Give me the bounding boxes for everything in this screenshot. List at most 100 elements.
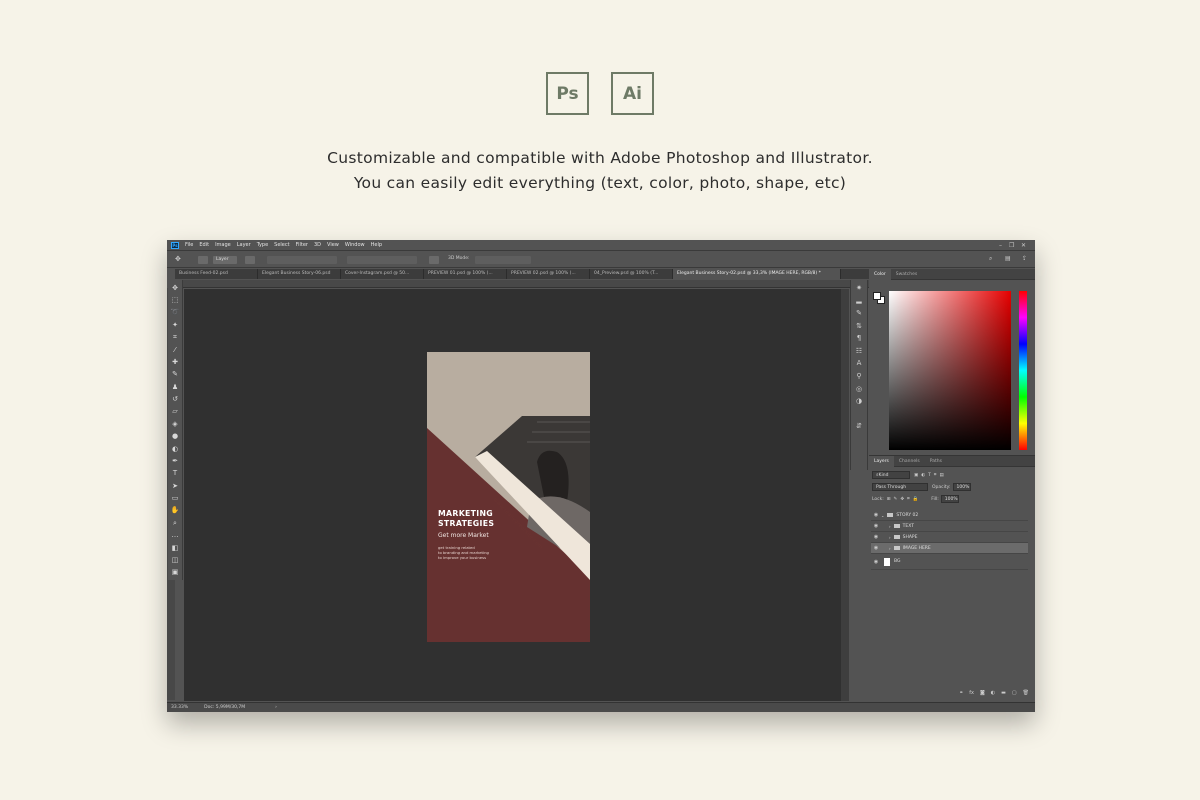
auto-select-checkbox[interactable] bbox=[198, 256, 208, 264]
blend-mode-dropdown[interactable]: Pass Through bbox=[872, 483, 928, 491]
visibility-eye-icon[interactable]: ◉ bbox=[871, 534, 881, 540]
marquee-tool-icon[interactable]: ⬚ bbox=[171, 296, 180, 305]
crop-tool-icon[interactable]: ⌗ bbox=[171, 333, 180, 342]
chevron-right-icon[interactable]: › bbox=[889, 546, 891, 551]
menu-3d[interactable]: 3D bbox=[314, 242, 321, 248]
layer-row-bg[interactable]: ◉ BG bbox=[871, 554, 1028, 570]
search-icon[interactable]: ⌕ bbox=[989, 255, 992, 263]
menu-window[interactable]: Window bbox=[345, 242, 365, 248]
tab-channels[interactable]: Channels bbox=[894, 456, 925, 467]
3d-mode-buttons[interactable] bbox=[475, 256, 531, 264]
path-selection-tool-icon[interactable]: ➤ bbox=[171, 482, 180, 491]
hand-tool-icon[interactable]: ✋ bbox=[171, 506, 180, 515]
blur-tool-icon[interactable]: ● bbox=[171, 432, 180, 441]
lasso-tool-icon[interactable]: ➰ bbox=[171, 308, 180, 317]
tab-document-1[interactable]: Business Feed-02.psd bbox=[175, 269, 258, 279]
canvas-scrollbar[interactable] bbox=[841, 289, 849, 701]
adjustments-icon[interactable]: ⇅ bbox=[855, 322, 864, 331]
share-icon[interactable]: ⇪ bbox=[1022, 255, 1027, 262]
color-picker-field[interactable] bbox=[889, 291, 1011, 450]
more-tools-icon[interactable]: … bbox=[171, 531, 180, 540]
menu-select[interactable]: Select bbox=[274, 242, 289, 248]
menu-edit[interactable]: Edit bbox=[199, 242, 209, 248]
chevron-right-icon[interactable]: › bbox=[889, 524, 891, 529]
visibility-eye-icon[interactable]: ◉ bbox=[871, 512, 881, 518]
layer-row-text[interactable]: ◉ › TEXT bbox=[871, 521, 1028, 532]
layer-row-story[interactable]: ◉ ⌄ STORY 02 bbox=[871, 510, 1028, 521]
new-group-icon[interactable]: ▬ bbox=[1001, 690, 1006, 699]
paragraph-icon[interactable]: ¶ bbox=[855, 334, 864, 343]
brush-panel-icon[interactable]: ✎ bbox=[855, 309, 864, 318]
tab-document-3[interactable]: Cover-Instagram.psd @ 50... bbox=[341, 269, 424, 279]
tab-color[interactable]: Color bbox=[869, 268, 891, 280]
visibility-eye-icon[interactable]: ◉ bbox=[871, 523, 881, 529]
foreground-color-swatch[interactable] bbox=[873, 292, 881, 300]
auto-align-button[interactable] bbox=[429, 256, 439, 264]
opacity-field[interactable]: 100% bbox=[952, 483, 971, 491]
tab-document-5[interactable]: PREVIEW 02.psd @ 100% (... bbox=[507, 269, 590, 279]
minimize-icon[interactable]: – bbox=[999, 242, 1002, 249]
menu-view[interactable]: View bbox=[327, 242, 339, 248]
histogram-icon[interactable]: ▂ bbox=[855, 296, 864, 305]
zoom-level[interactable]: 33.33% bbox=[171, 705, 188, 710]
tab-swatches[interactable]: Swatches bbox=[891, 269, 923, 280]
tab-document-4[interactable]: PREVIEW 01.psd @ 100% (... bbox=[424, 269, 507, 279]
zoom-tool-icon[interactable]: ⌕ bbox=[171, 519, 180, 528]
paint-bucket-tool-icon[interactable]: ◈ bbox=[171, 420, 180, 429]
link-icon[interactable]: ⚭ bbox=[959, 690, 963, 699]
menu-filter[interactable]: Filter bbox=[296, 242, 308, 248]
adjustment-layer-icon[interactable]: ◐ bbox=[991, 690, 995, 699]
styles-icon[interactable]: ◑ bbox=[855, 397, 864, 406]
layer-row-shape[interactable]: ◉ › SHAPE bbox=[871, 532, 1028, 543]
menu-file[interactable]: File bbox=[185, 242, 193, 248]
eyedropper-tool-icon[interactable]: ⁄ bbox=[171, 346, 180, 355]
properties-icon[interactable]: ☷ bbox=[855, 347, 864, 356]
filter-icons[interactable]: ▣◐T⌗▤ bbox=[914, 472, 947, 478]
tab-document-active[interactable]: Elegant Business Story-02.psd @ 33,3% (I… bbox=[673, 269, 841, 279]
rectangle-tool-icon[interactable]: ▭ bbox=[171, 494, 180, 503]
screen-mode-icon[interactable]: ▣ bbox=[171, 568, 180, 577]
fx-icon[interactable]: fx bbox=[969, 690, 974, 699]
magic-wand-tool-icon[interactable]: ✦ bbox=[171, 321, 180, 330]
lock-icons[interactable]: ⊞✎✥⌗🔒 bbox=[887, 496, 921, 502]
layer-row-image-here[interactable]: ◉ › IMAGE HERE bbox=[871, 543, 1028, 554]
chevron-right-icon[interactable]: › bbox=[889, 535, 891, 540]
restore-icon[interactable]: ❐ bbox=[1009, 242, 1014, 249]
move-tool-option-icon[interactable]: ✥ bbox=[175, 255, 181, 263]
navigator-icon[interactable]: ✷ bbox=[855, 284, 864, 293]
visibility-eye-icon[interactable]: ◉ bbox=[871, 559, 881, 565]
mask-icon[interactable]: ◙ bbox=[980, 690, 985, 699]
quick-mask-icon[interactable]: ◫ bbox=[171, 556, 180, 565]
lightbulb-icon[interactable]: ⚲ bbox=[855, 372, 864, 381]
move-tool-icon[interactable]: ✥ bbox=[171, 284, 180, 293]
actions-icon[interactable]: ⇵ bbox=[855, 422, 864, 431]
pen-tool-icon[interactable]: ✒ bbox=[171, 457, 180, 466]
3d-panel-icon[interactable]: ◎ bbox=[855, 385, 864, 394]
menu-image[interactable]: Image bbox=[215, 242, 231, 248]
foreground-background-color-icon[interactable]: ◧ bbox=[171, 544, 180, 553]
dodge-tool-icon[interactable]: ◐ bbox=[171, 445, 180, 454]
chevron-down-icon[interactable]: ⌄ bbox=[881, 513, 884, 518]
workspace-icon[interactable]: ▤ bbox=[1005, 255, 1011, 262]
transform-controls-checkbox[interactable] bbox=[245, 256, 255, 264]
eraser-tool-icon[interactable]: ▱ bbox=[171, 407, 180, 416]
brush-tool-icon[interactable]: ✎ bbox=[171, 370, 180, 379]
tab-layers[interactable]: Layers bbox=[869, 455, 894, 467]
close-window-icon[interactable]: ✕ bbox=[1021, 242, 1026, 249]
menu-layer[interactable]: Layer bbox=[237, 242, 251, 248]
tab-document-6[interactable]: 04_Preview.psd @ 100% (T... bbox=[590, 269, 673, 279]
align-buttons[interactable] bbox=[267, 256, 337, 264]
history-brush-tool-icon[interactable]: ↺ bbox=[171, 395, 180, 404]
visibility-eye-icon[interactable]: ◉ bbox=[871, 545, 881, 551]
menu-help[interactable]: Help bbox=[371, 242, 382, 248]
layer-select-dropdown[interactable]: Layer bbox=[213, 256, 237, 264]
type-tool-icon[interactable]: T bbox=[171, 469, 180, 478]
trash-icon[interactable]: 🗑 bbox=[1023, 690, 1029, 699]
stamp-tool-icon[interactable]: ♟ bbox=[171, 383, 180, 392]
distribute-buttons[interactable] bbox=[347, 256, 417, 264]
tab-document-2[interactable]: Elegant Business Story-06.psd bbox=[258, 269, 341, 279]
kind-filter-dropdown[interactable]: ⌕ Kind bbox=[872, 471, 910, 479]
fill-field[interactable]: 100% bbox=[940, 495, 959, 503]
character-icon[interactable]: A bbox=[855, 359, 864, 368]
healing-brush-tool-icon[interactable]: ✚ bbox=[171, 358, 180, 367]
